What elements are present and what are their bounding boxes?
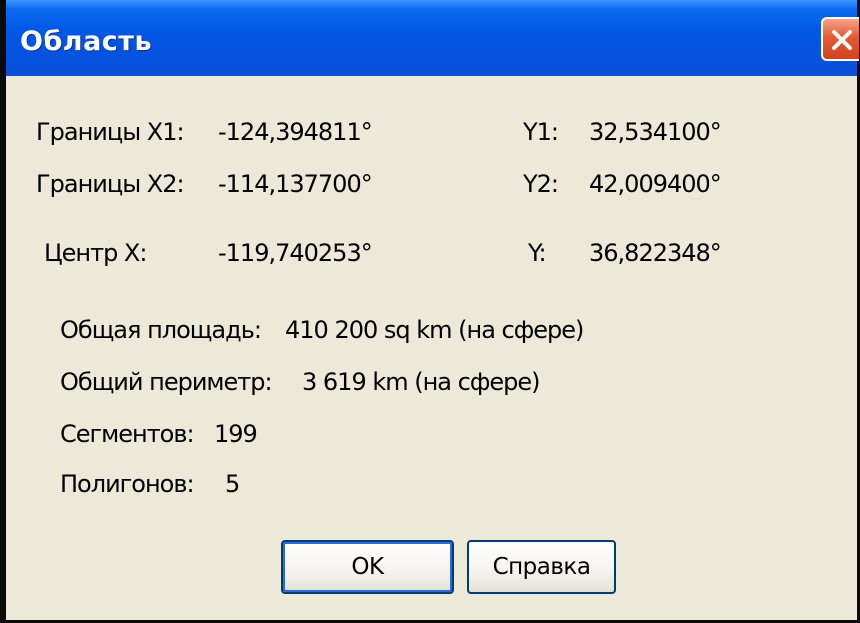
bounds-x1-value: -124,394811° — [218, 118, 373, 146]
bounds-y2-label: Y2: — [523, 170, 559, 198]
polygons-value: 5 — [225, 470, 240, 498]
close-icon — [832, 30, 852, 50]
help-button[interactable]: Справка — [467, 540, 616, 594]
dialog-body: Границы X1: -124,394811° Y1: 32,534100° … — [6, 76, 857, 620]
total-perimeter-value: 3 619 km (на сфере) — [302, 368, 540, 396]
center-x-value: -119,740253° — [218, 239, 373, 267]
bounds-y1-value: 32,534100° — [589, 118, 722, 146]
total-area-value: 410 200 sq km (на сфере) — [285, 316, 584, 344]
area-dialog: Область Границы X1: -124,394811° Y1: 32,… — [0, 0, 860, 623]
bounds-x2-label: Границы X2: — [36, 170, 185, 198]
center-y-value: 36,822348° — [589, 239, 722, 267]
title-bar[interactable]: Область — [6, 0, 859, 76]
total-area-label: Общая площадь: — [60, 316, 262, 344]
center-y-label: Y: — [528, 239, 547, 267]
bounds-y2-value: 42,009400° — [589, 170, 722, 198]
segments-value: 199 — [214, 420, 258, 448]
bounds-y1-label: Y1: — [523, 118, 559, 146]
ok-button[interactable]: OK — [281, 540, 454, 594]
polygons-label: Полигонов: — [60, 470, 195, 498]
window-title: Область — [20, 26, 153, 57]
center-x-label: Центр X: — [44, 239, 147, 267]
total-perimeter-label: Общий периметр: — [60, 368, 273, 396]
close-button[interactable] — [821, 17, 859, 61]
segments-label: Сегментов: — [60, 420, 195, 448]
bounds-x2-value: -114,137700° — [218, 170, 373, 198]
bounds-x1-label: Границы X1: — [36, 118, 185, 146]
